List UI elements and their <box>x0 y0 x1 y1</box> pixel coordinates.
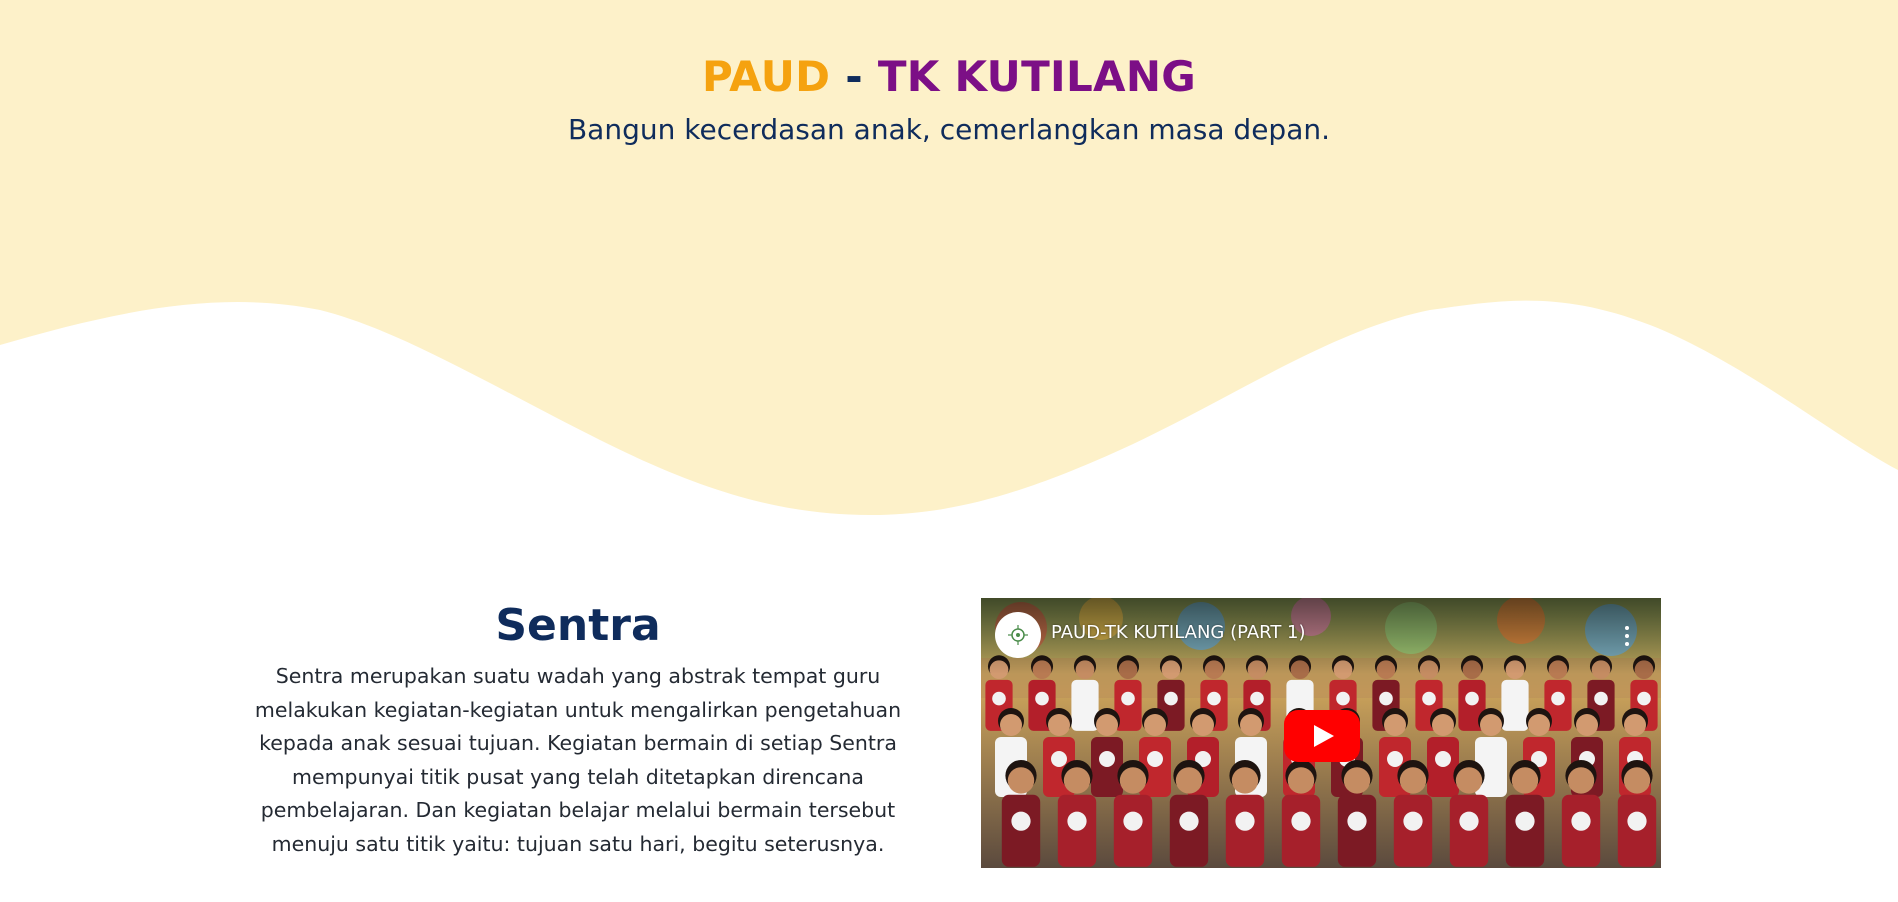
title-separator: - <box>830 52 878 101</box>
sentra-section: Sentra Sentra merupakan suatu wadah yang… <box>220 596 936 862</box>
section-description: Sentra merupakan suatu wadah yang abstra… <box>254 664 902 856</box>
section-title: Sentra <box>495 600 661 651</box>
hero-header: PAUD - TK KUTILANG Bangun kecerdasan ana… <box>0 48 1898 150</box>
title-tk-kutilang: TK KUTILANG <box>877 52 1197 101</box>
hero-tagline: Bangun kecerdasan anak, cemerlangkan mas… <box>567 113 1331 146</box>
page: PAUD - TK KUTILANG Bangun kecerdasan ana… <box>0 0 1898 902</box>
video-embed[interactable]: PAUD-TK KUTILANG (PART 1) <box>981 598 1661 868</box>
play-icon[interactable] <box>1284 710 1360 762</box>
title-paud: PAUD <box>701 52 831 101</box>
more-vert-icon[interactable] <box>1623 626 1631 646</box>
video-title[interactable]: PAUD-TK KUTILANG (PART 1) <box>1051 622 1306 643</box>
channel-logo-icon[interactable] <box>995 612 1041 658</box>
page-title: PAUD - TK KUTILANG <box>0 48 1898 106</box>
